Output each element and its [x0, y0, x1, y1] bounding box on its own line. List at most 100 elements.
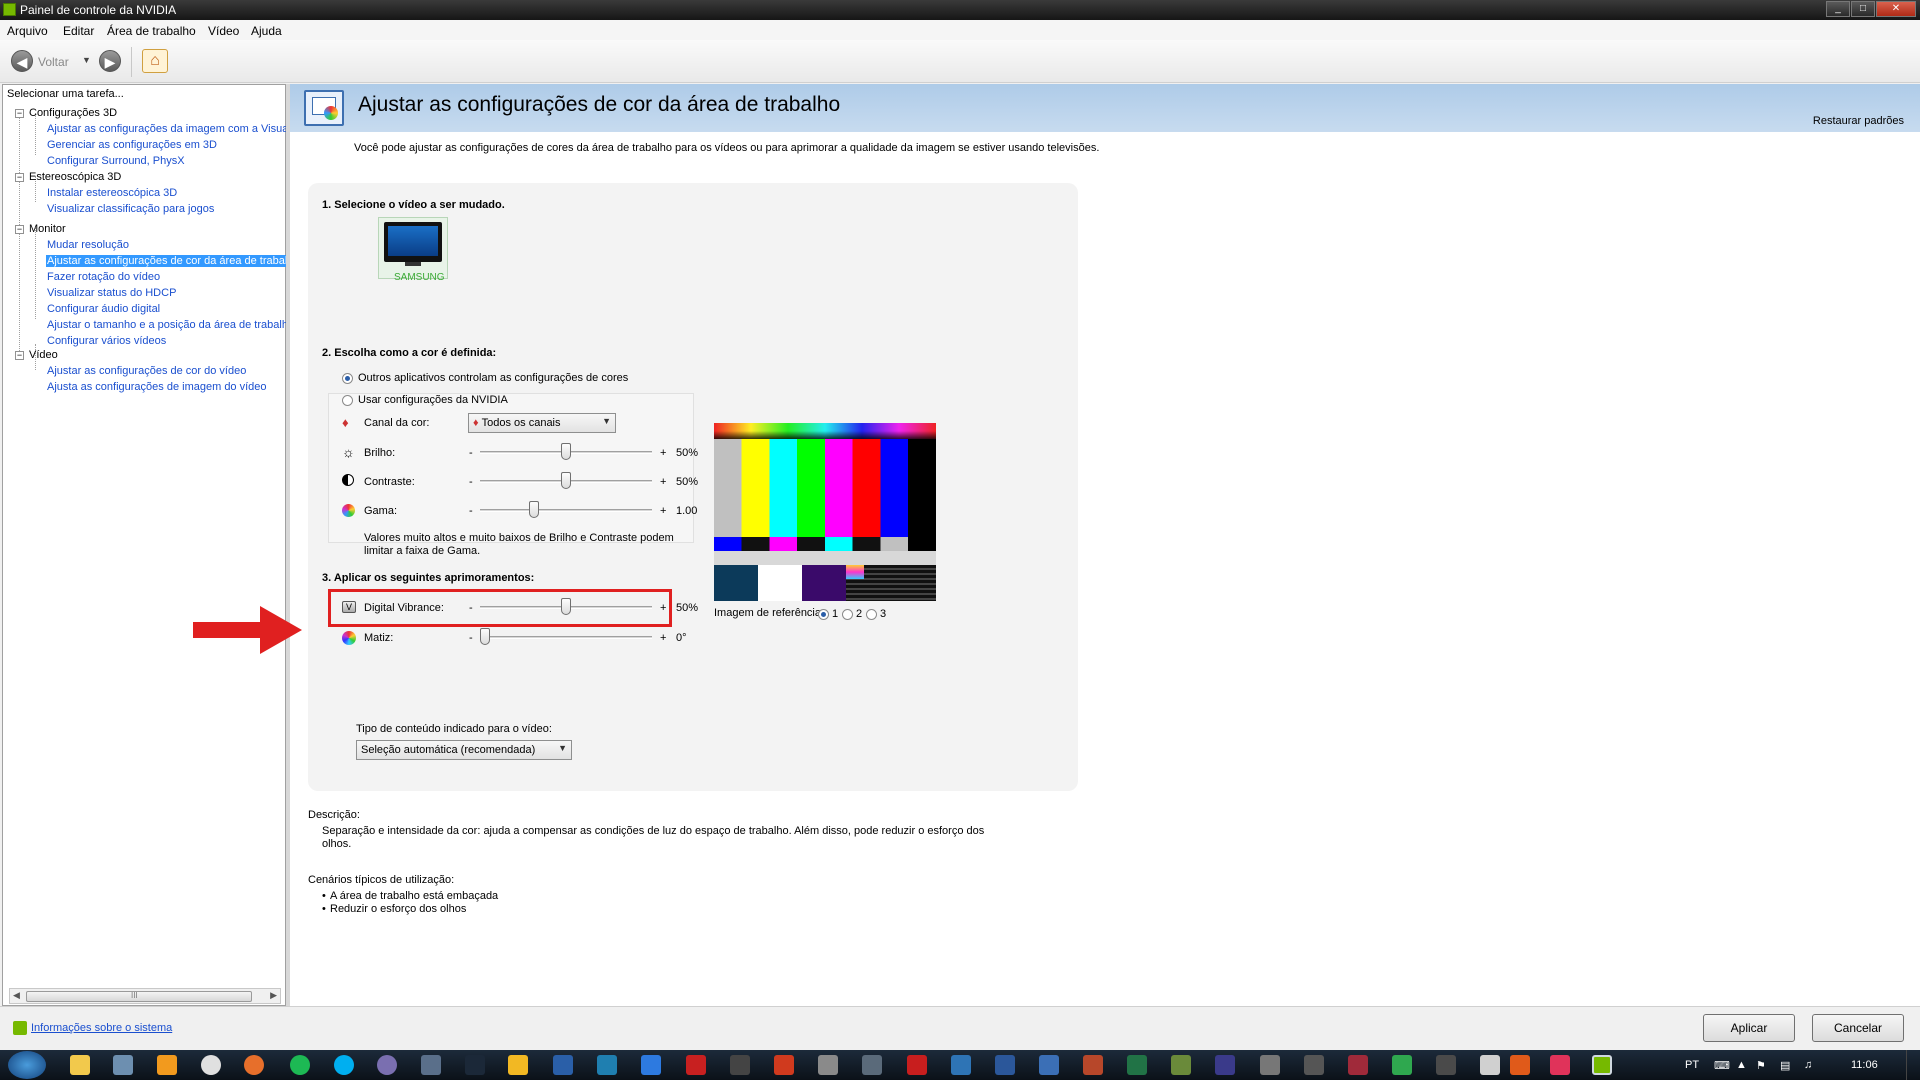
reference-radio-2[interactable]	[842, 609, 853, 620]
sidebar-item-rotacao-video[interactable]: Fazer rotação do vídeo	[47, 271, 160, 283]
explorer-icon[interactable]	[70, 1055, 90, 1075]
start-button[interactable]	[8, 1051, 46, 1079]
scroll-right-icon[interactable]: ▶	[270, 990, 277, 1001]
forward-arrow-icon[interactable]: ▶	[99, 50, 121, 72]
taskbar-app-icon[interactable]	[1039, 1055, 1059, 1075]
sidebar-item-gerenciar-3d[interactable]: Gerenciar as configurações em 3D	[47, 139, 217, 151]
sidebar-group-estereoscopica-3d[interactable]: Estereoscópica 3D	[29, 171, 121, 183]
home-icon[interactable]: ⌂	[142, 49, 168, 73]
minimize-button[interactable]: _	[1826, 1, 1850, 17]
reference-option-2[interactable]: 2	[856, 608, 862, 620]
contrast-slider-thumb[interactable]	[561, 472, 571, 489]
system-info-link[interactable]: Informações sobre o sistema	[31, 1022, 172, 1034]
taskbar-app-icon[interactable]	[113, 1055, 133, 1075]
sidebar-item-ajustar-imagem-visualizacao[interactable]: Ajustar as configurações da imagem com a…	[47, 123, 293, 135]
taskbar-app-icon[interactable]	[508, 1055, 528, 1075]
network-icon[interactable]: ▤	[1780, 1059, 1790, 1072]
taskbar-app-icon[interactable]	[377, 1055, 397, 1075]
nvidia-taskbar-icon[interactable]	[1592, 1055, 1612, 1075]
reference-option-1[interactable]: 1	[832, 608, 838, 620]
vibrance-slider-thumb[interactable]	[561, 598, 571, 615]
taskbar-app-icon[interactable]	[774, 1055, 794, 1075]
sidebar-item-imagem-video[interactable]: Ajusta as configurações de imagem do víd…	[47, 381, 267, 393]
taskbar-app-icon[interactable]	[1215, 1055, 1235, 1075]
reference-option-3[interactable]: 3	[880, 608, 886, 620]
taskbar-app-icon[interactable]	[1550, 1055, 1570, 1075]
scrollbar-thumb[interactable]: III	[26, 991, 252, 1002]
display-tile[interactable]	[378, 217, 448, 279]
chrome-icon[interactable]	[201, 1055, 221, 1075]
clock[interactable]: 11:06	[1851, 1059, 1878, 1071]
sidebar-item-mudar-resolucao[interactable]: Mudar resolução	[47, 239, 129, 251]
reference-radio-3[interactable]	[866, 609, 877, 620]
sidebar-item-surround-physx[interactable]: Configurar Surround, PhysX	[47, 155, 185, 167]
sidebar-group-monitor[interactable]: Monitor	[29, 223, 66, 235]
flag-icon[interactable]: ⚑	[1756, 1059, 1766, 1072]
sidebar-item-cor-video[interactable]: Ajustar as configurações de cor do vídeo	[47, 365, 246, 377]
sidebar-item-status-hdcp[interactable]: Visualizar status do HDCP	[47, 287, 176, 299]
sidebar-item-varios-videos[interactable]: Configurar vários vídeos	[47, 335, 166, 347]
taskbar-app-icon[interactable]	[1304, 1055, 1324, 1075]
collapse-toggle-icon[interactable]: −	[15, 225, 24, 234]
history-dropdown-icon[interactable]: ▼	[82, 55, 91, 65]
sidebar-item-audio-digital[interactable]: Configurar áudio digital	[47, 303, 160, 315]
sidebar-item-tamanho-posicao[interactable]: Ajustar o tamanho e a posição da área de…	[47, 319, 288, 331]
menu-editar[interactable]: Editar	[63, 24, 94, 38]
taskbar-app-icon[interactable]	[818, 1055, 838, 1075]
sidebar-item-cor-area-trabalho[interactable]: Ajustar as configurações de cor da área …	[46, 255, 289, 267]
volume-icon[interactable]: ♫	[1804, 1059, 1812, 1071]
media-player-icon[interactable]	[157, 1055, 177, 1075]
taskbar-app-icon[interactable]	[597, 1055, 617, 1075]
tray-expand-icon[interactable]: ▲	[1736, 1059, 1747, 1071]
horizontal-scrollbar[interactable]: ◀ III ▶	[9, 988, 281, 1004]
taskbar-app-icon[interactable]	[1127, 1055, 1147, 1075]
taskbar-app-icon[interactable]	[641, 1055, 661, 1075]
brightness-slider-thumb[interactable]	[561, 443, 571, 460]
taskbar-app-icon[interactable]	[951, 1055, 971, 1075]
collapse-toggle-icon[interactable]: −	[15, 173, 24, 182]
taskbar-app-icon[interactable]	[1083, 1055, 1103, 1075]
taskbar-app-icon[interactable]	[1348, 1055, 1368, 1075]
channel-select[interactable]: ♦ Todos os canais ▼	[468, 413, 616, 433]
radio-other-apps[interactable]	[342, 373, 353, 384]
maximize-button[interactable]: □	[1851, 1, 1875, 17]
taskbar-app-icon[interactable]	[553, 1055, 573, 1075]
radio-nvidia-settings[interactable]	[342, 395, 353, 406]
taskbar-app-icon[interactable]	[862, 1055, 882, 1075]
firefox-icon[interactable]	[244, 1055, 264, 1075]
skype-icon[interactable]	[334, 1055, 354, 1075]
taskbar-app-icon[interactable]	[686, 1055, 706, 1075]
apply-button[interactable]: Aplicar	[1703, 1014, 1795, 1042]
close-button[interactable]: ✕	[1876, 1, 1916, 17]
sidebar-group-configuracoes-3d[interactable]: Configurações 3D	[29, 107, 117, 119]
menu-arquivo[interactable]: Arquivo	[7, 24, 48, 38]
taskbar-app-icon[interactable]	[1171, 1055, 1191, 1075]
steam-icon[interactable]	[465, 1055, 485, 1075]
sidebar-item-classificacao-jogos[interactable]: Visualizar classificação para jogos	[47, 203, 214, 215]
acrobat-icon[interactable]	[907, 1055, 927, 1075]
content-type-select[interactable]: Seleção automática (recomendada) ▼	[356, 740, 572, 760]
taskbar-app-icon[interactable]	[1436, 1055, 1456, 1075]
taskbar-app-icon[interactable]	[995, 1055, 1015, 1075]
taskbar-app-icon[interactable]	[1480, 1055, 1500, 1075]
scroll-left-icon[interactable]: ◀	[13, 990, 20, 1001]
taskbar-app-icon[interactable]	[1260, 1055, 1280, 1075]
cancel-button[interactable]: Cancelar	[1812, 1014, 1904, 1042]
sidebar-item-instalar-estereoscopica[interactable]: Instalar estereoscópica 3D	[47, 187, 177, 199]
keyboard-icon[interactable]: ⌨	[1714, 1059, 1730, 1072]
option-nvidia-label[interactable]: Usar configurações da NVIDIA	[358, 394, 508, 406]
menu-video[interactable]: Vídeo	[208, 24, 239, 38]
hue-slider-thumb[interactable]	[480, 628, 490, 645]
taskbar-app-icon[interactable]	[421, 1055, 441, 1075]
back-label[interactable]: Voltar	[38, 55, 69, 69]
restore-defaults-link[interactable]: Restaurar padrões	[1813, 115, 1904, 127]
language-indicator[interactable]: PT	[1685, 1059, 1699, 1071]
reference-radio-1[interactable]	[818, 609, 829, 620]
taskbar-app-icon[interactable]	[1392, 1055, 1412, 1075]
menu-area-de-trabalho[interactable]: Área de trabalho	[107, 24, 196, 38]
show-desktop-button[interactable]	[1906, 1050, 1920, 1080]
hue-slider-track[interactable]	[480, 636, 652, 639]
option-other-apps-label[interactable]: Outros aplicativos controlam as configur…	[358, 372, 628, 384]
spotify-icon[interactable]	[290, 1055, 310, 1075]
collapse-toggle-icon[interactable]: −	[15, 351, 24, 360]
